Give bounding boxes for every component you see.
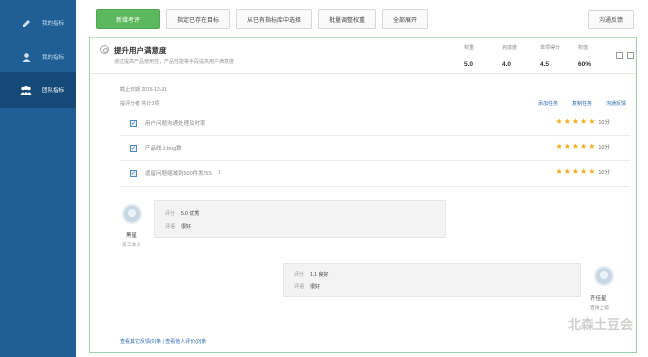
avatar bbox=[594, 266, 614, 286]
sidebar-item-label: 我的指标 bbox=[42, 55, 65, 61]
assign-existing-goal-button[interactable]: 指定已存在目标 bbox=[166, 9, 231, 29]
divider bbox=[120, 135, 630, 136]
star-icon: ★ bbox=[588, 142, 596, 151]
feedback-button[interactable]: 沟通反馈 bbox=[587, 10, 634, 29]
sidebar-item-label: 团队指标 bbox=[42, 88, 65, 94]
task-row: ✓ 用户问题沟通处理及时率 ★ ★ ★ ★ ★ 10分 bbox=[130, 116, 610, 130]
expand-all-button[interactable]: 全部展开 bbox=[382, 9, 429, 29]
task-text: 产品线上bug数 bbox=[145, 146, 182, 152]
review-score: 5.0 优秀 bbox=[181, 211, 200, 217]
goal-meta: 提评分者 共计3项 bbox=[120, 101, 160, 107]
add-task-link[interactable]: 添加任务 bbox=[538, 100, 558, 107]
star-rating[interactable]: ★ ★ ★ ★ ★ 10分 bbox=[555, 167, 610, 176]
comment-label: 评语 bbox=[294, 284, 305, 290]
stat-item-score: 单项得分 4.5 bbox=[540, 44, 560, 68]
review-comment-row: 评语 很好 bbox=[165, 223, 191, 230]
star-icon: ★ bbox=[588, 167, 596, 176]
score-label: 评分 bbox=[165, 211, 176, 217]
user-icon bbox=[20, 51, 32, 63]
stat-label: 权重 bbox=[464, 45, 475, 51]
sidebar: 我的指标 我的指标 团队指标 bbox=[0, 0, 76, 357]
review-bubble: 评分 5.0 优秀 评语 很好 bbox=[154, 200, 446, 238]
stat-label: 单项得分 bbox=[540, 45, 561, 51]
task-text: 用户问题沟通处理及时率 bbox=[145, 121, 206, 127]
reviewer-role: 直接上级 bbox=[590, 306, 610, 311]
comment-label: 评语 bbox=[165, 224, 176, 230]
star-icon: ★ bbox=[580, 167, 588, 176]
review-score-row: 评分 1.1 良好 bbox=[294, 271, 328, 278]
task-row: ✓ 产品线上bug数 ★ ★ ★ ★ ★ 10分 bbox=[130, 141, 610, 155]
stat-weight-percent: 权值 60% bbox=[578, 44, 591, 68]
watermark: 北森土豆会 bbox=[568, 317, 634, 332]
review-comment: 很好 bbox=[310, 284, 321, 290]
goal-card: 提升用户满意度 通过提高产品使用性，产品性能等手段提高用户满意度 权重 5.0 … bbox=[89, 37, 637, 353]
star-icon: ★ bbox=[563, 142, 571, 151]
goal-title: 提升用户满意度 bbox=[114, 46, 167, 55]
view-other-feedback-link[interactable]: 查看其它反馈(0)条 | 查看他人评价(0)条 bbox=[120, 338, 206, 345]
stat-completion: 完成度 4.0 bbox=[502, 44, 517, 68]
star-icon: ★ bbox=[580, 117, 588, 126]
copy-task-link[interactable]: 复制任务 bbox=[572, 100, 592, 107]
task-checkbox[interactable]: ✓ bbox=[130, 119, 137, 127]
team-icon bbox=[20, 84, 32, 96]
star-icon: ★ bbox=[588, 117, 596, 126]
delete-icon[interactable] bbox=[627, 52, 634, 59]
goal-actions: 添加任务 复制任务 沟通反馈 bbox=[538, 100, 626, 107]
review-comment: 很好 bbox=[181, 224, 192, 230]
avatar bbox=[122, 204, 142, 224]
stat-label: 权值 bbox=[578, 45, 589, 51]
task-checkbox[interactable]: ✓ bbox=[130, 144, 137, 152]
review-comment-row: 评语 很好 bbox=[294, 283, 320, 290]
goal-deadline: 截止日期 2015-12-31 bbox=[120, 87, 167, 93]
sidebar-item-team-goals[interactable]: 团队指标 bbox=[0, 72, 76, 108]
star-rating[interactable]: ★ ★ ★ ★ ★ 10分 bbox=[555, 142, 610, 151]
gear-icon[interactable] bbox=[100, 45, 109, 54]
reviewer-role: 员工本人 bbox=[122, 243, 142, 248]
reviewer-name: 黑星 bbox=[126, 233, 138, 239]
star-icon: ★ bbox=[555, 167, 563, 176]
stat-value: 4.0 bbox=[502, 61, 512, 68]
add-review-button[interactable]: 新增考评 bbox=[96, 9, 160, 29]
stat-weight: 权重 5.0 bbox=[464, 44, 474, 68]
score-label: 评分 bbox=[294, 272, 305, 278]
stat-value: 4.5 bbox=[540, 61, 550, 68]
toolbar: 新增考评 指定已存在目标 从已有指标库中选择 批量调整权重 全部展开 bbox=[96, 9, 429, 31]
review-score-row: 评分 5.0 优秀 bbox=[165, 210, 199, 217]
pen-icon bbox=[20, 17, 32, 29]
divider bbox=[120, 186, 630, 187]
divider bbox=[120, 160, 630, 161]
star-icon: ★ bbox=[563, 117, 571, 126]
task-comment-count[interactable]: 1 bbox=[218, 170, 221, 176]
stat-value: 5.0 bbox=[464, 61, 474, 68]
star-icon: ★ bbox=[555, 142, 563, 151]
task-score: 10分 bbox=[598, 169, 610, 176]
task-score: 10分 bbox=[598, 144, 610, 151]
review-score: 1.1 良好 bbox=[310, 272, 329, 278]
select-from-library-button[interactable]: 从已有指标库中选择 bbox=[236, 9, 313, 29]
goal-header: 提升用户满意度 通过提高产品使用性，产品性能等手段提高用户满意度 权重 5.0 … bbox=[90, 38, 636, 74]
star-icon: ★ bbox=[563, 167, 571, 176]
feedback-link[interactable]: 沟通反馈 bbox=[606, 100, 626, 107]
task-checkbox[interactable]: ✓ bbox=[130, 169, 137, 177]
batch-adjust-weight-button[interactable]: 批量调整权重 bbox=[318, 9, 377, 29]
reviewer-name: 齐佳星 bbox=[590, 296, 607, 302]
sidebar-item-label: 我的指标 bbox=[42, 21, 65, 27]
sidebar-item-my-tasks[interactable]: 我的指标 bbox=[0, 5, 76, 41]
goal-subtitle: 通过提高产品使用性，产品性能等手段提高用户满意度 bbox=[114, 59, 235, 65]
sidebar-item-my-goals[interactable]: 我的指标 bbox=[0, 39, 76, 75]
star-icon: ★ bbox=[555, 117, 563, 126]
task-score: 10分 bbox=[598, 119, 610, 126]
star-rating[interactable]: ★ ★ ★ ★ ★ 10分 bbox=[555, 117, 610, 126]
stat-value: 60% bbox=[578, 61, 592, 68]
star-icon: ★ bbox=[571, 117, 580, 126]
task-row: ✓ 遗留问题缩减到500件发/5S 1 ★ ★ ★ ★ ★ 10分 bbox=[130, 166, 610, 180]
main-content: 新增考评 指定已存在目标 从已有指标库中选择 批量调整权重 全部展开 沟通反馈 … bbox=[86, 0, 644, 357]
task-text: 遗留问题缩减到500件发/5S bbox=[145, 171, 212, 177]
star-icon: ★ bbox=[571, 167, 580, 176]
star-icon: ★ bbox=[571, 142, 580, 151]
star-icon: ★ bbox=[580, 142, 588, 151]
stat-label: 完成度 bbox=[502, 45, 518, 51]
review-bubble: 评分 1.1 良好 评语 很好 bbox=[283, 263, 581, 297]
edit-icon[interactable] bbox=[616, 52, 623, 59]
